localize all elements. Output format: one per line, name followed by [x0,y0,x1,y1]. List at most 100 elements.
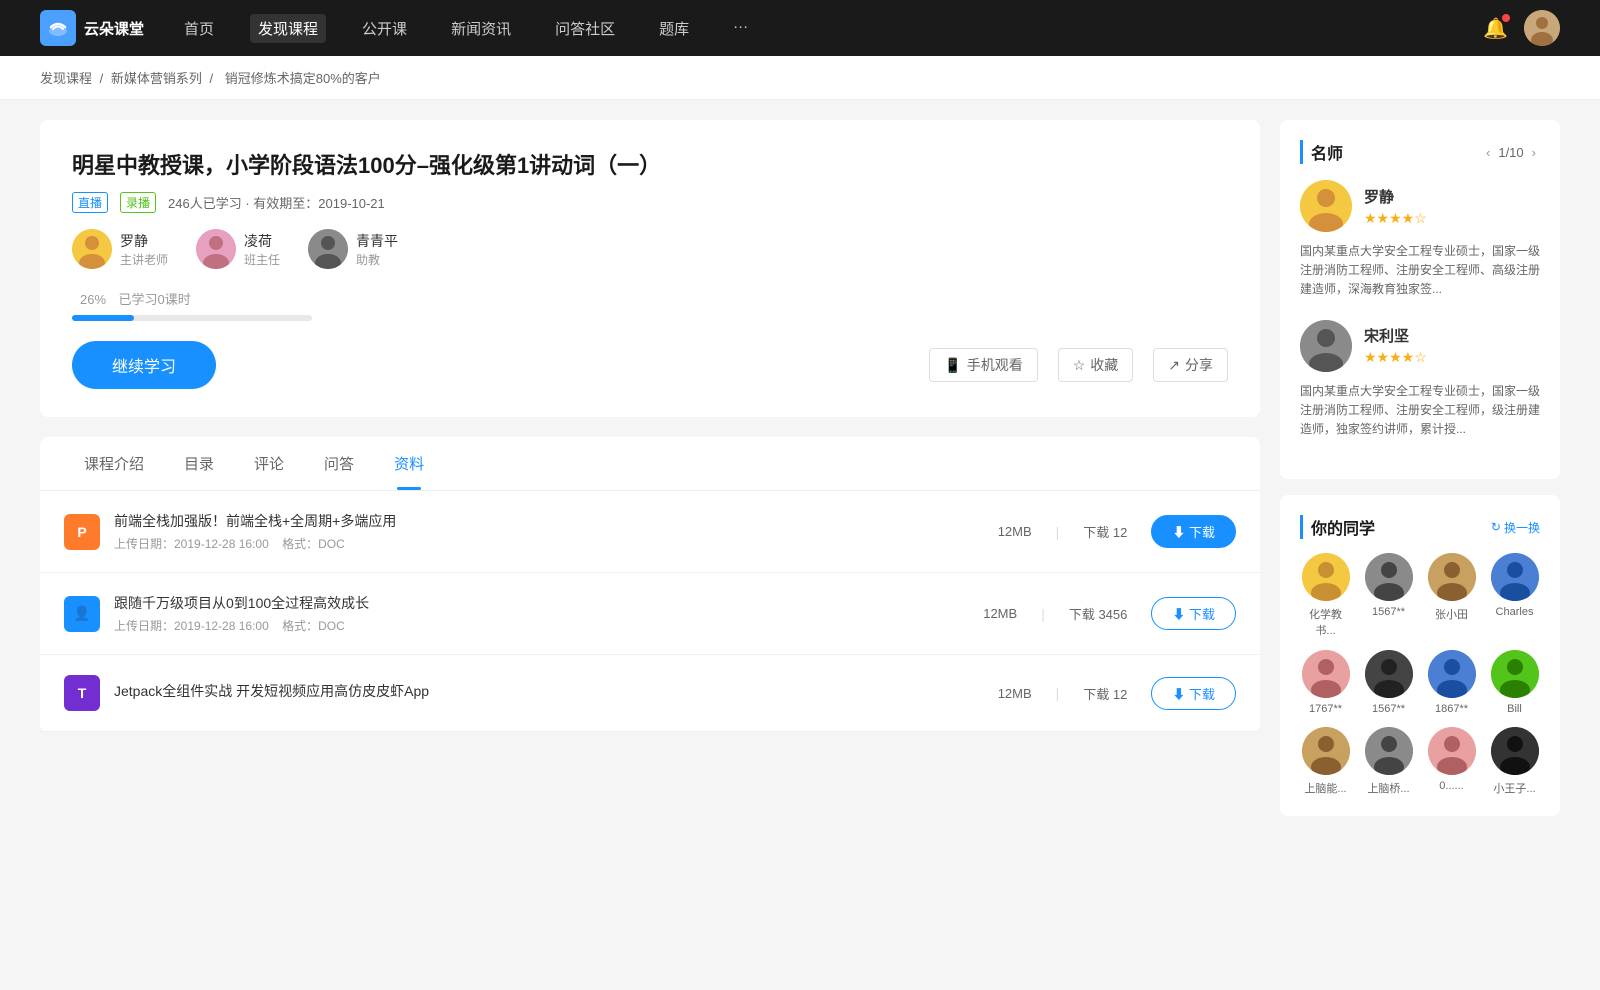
tab-resource[interactable]: 资料 [374,437,444,490]
progress-bar-bg [72,315,312,321]
bell-container[interactable]: 🔔 [1483,16,1508,41]
resource-item-2: T Jetpack全组件实战 开发短视频应用高仿皮皮虾App 12MB | 下载… [40,655,1260,732]
tab-contents[interactable]: 目录 [164,437,234,490]
nav-item-exam[interactable]: 题库 [651,14,697,43]
student-avatar-8 [1302,727,1350,775]
teacher-name-1: 凌荷 [244,231,280,251]
student-name-8: 上脑能... [1304,780,1346,796]
download-btn-2[interactable]: ⬇ 下载 [1151,677,1236,710]
nav-item-discover[interactable]: 发现课程 [250,14,326,43]
teacher-profile-avatar-0 [1300,180,1352,232]
nav-right: 🔔 [1483,10,1560,46]
student-6: 1867** [1426,650,1477,715]
student-4: 1767** [1300,650,1351,715]
breadcrumb-link-1[interactable]: 发现课程 [40,71,92,86]
student-avatar-7 [1491,650,1539,698]
teacher-0: 罗静 主讲老师 [72,229,168,269]
download-btn-0[interactable]: ⬇ 下载 [1151,515,1236,548]
refresh-button[interactable]: ↻ 换一换 [1491,519,1540,536]
tab-review[interactable]: 评论 [234,437,304,490]
prev-page-arrow[interactable]: ‹ [1482,143,1494,162]
students-card: 你的同学 ↻ 换一换 化学教书... 1567** [1280,495,1560,816]
star-icon: ☆ [1073,357,1086,374]
resource-downloads-1: 下载 3456 [1069,604,1128,623]
resource-item-1: 👤 跟随千万级项目从0到100全过程高效成长 上传日期：2019-12-28 1… [40,573,1260,655]
collect-btn[interactable]: ☆ 收藏 [1058,348,1134,382]
user-avatar[interactable] [1524,10,1560,46]
resource-meta-1: 上传日期：2019-12-28 16:00 格式：DOC [114,617,983,634]
resource-info-1: 跟随千万级项目从0到100全过程高效成长 上传日期：2019-12-28 16:… [114,593,983,634]
navigation: 云朵课堂 首页 发现课程 公开课 新闻资讯 问答社区 题库 ··· 🔔 [0,0,1600,56]
teachers-row: 罗静 主讲老师 凌荷 班主任 [72,229,1228,269]
teacher-desc-1: 国内某重点大学安全工程专业硕士，国家一级注册消防工程师、注册安全工程师，级注册建… [1300,382,1540,440]
nav-item-qa[interactable]: 问答社区 [547,14,623,43]
teacher-profile-name-0: 罗静 [1364,186,1427,207]
progress-label: 26% 已学习0课时 [72,289,1228,309]
breadcrumb: 发现课程 / 新媒体营销系列 / 销冠修炼术搞定80%的客户 [0,56,1600,100]
student-3: Charles [1489,553,1540,638]
students-grid: 化学教书... 1567** 张小田 [1300,553,1540,796]
teacher-profile-0: 罗静 ★★★★☆ 国内某重点大学安全工程专业硕士，国家一级注册消防工程师、注册安… [1300,180,1540,300]
teachers-card: 名师 ‹ 1/10 › 罗静 ★★★★☆ 国内 [1280,120,1560,479]
action-row: 继续学习 📱 手机观看 ☆ 收藏 ↗ 分享 [72,341,1228,389]
student-name-11: 小王子... [1493,780,1535,796]
teacher-role-1: 班主任 [244,251,280,268]
student-avatar-0 [1302,553,1350,601]
tab-qa[interactable]: 问答 [304,437,374,490]
student-avatar-9 [1365,727,1413,775]
teacher-avatar-2 [308,229,348,269]
resource-downloads-0: 下载 12 [1083,522,1127,541]
student-name-0: 化学教书... [1300,606,1351,638]
resource-name-0: 前端全栈加强版！前端全栈+全周期+多端应用 [114,511,998,531]
course-meta: 直播 录播 246人已学习 · 有效期至：2019-10-21 [72,192,1228,213]
logo[interactable]: 云朵课堂 [40,10,144,46]
teachers-pagination: ‹ 1/10 › [1482,143,1540,162]
breadcrumb-link-2[interactable]: 新媒体营销系列 [111,71,202,86]
tabs-section: 课程介绍 目录 评论 问答 资料 P 前端全栈加强版！前端全栈+全周期+多端应用… [40,437,1260,732]
tab-intro[interactable]: 课程介绍 [64,437,164,490]
resource-icon-2: T [64,675,100,711]
resource-meta-0: 上传日期：2019-12-28 16:00 格式：DOC [114,535,998,552]
page-body: 明星中教授课，小学阶段语法100分–强化级第1讲动词（一） 直播 录播 246人… [0,100,1600,852]
badge-record: 录播 [120,192,156,213]
badge-live: 直播 [72,192,108,213]
teacher-profile-name-1: 宋利坚 [1364,325,1427,346]
student-8: 上脑能... [1300,727,1351,796]
teacher-1: 凌荷 班主任 [196,229,280,269]
refresh-icon: ↻ [1491,520,1501,534]
progress-bar-fill [72,315,134,321]
teacher-role-0: 主讲老师 [120,251,168,268]
download-btn-1[interactable]: ⬇ 下载 [1151,597,1236,630]
teacher-info-1: 凌荷 班主任 [244,231,280,268]
resource-name-2: Jetpack全组件实战 开发短视频应用高仿皮皮虾App [114,681,998,701]
course-meta-text: 246人已学习 · 有效期至：2019-10-21 [168,193,385,212]
student-0: 化学教书... [1300,553,1351,638]
next-page-arrow[interactable]: › [1528,143,1540,162]
nav-item-more[interactable]: ··· [725,14,756,43]
logo-icon [40,10,76,46]
teacher-stars-0: ★★★★☆ [1364,210,1427,227]
share-btn[interactable]: ↗ 分享 [1153,348,1228,382]
student-11: 小王子... [1489,727,1540,796]
student-name-7: Bill [1507,703,1522,715]
nav-item-open[interactable]: 公开课 [354,14,415,43]
student-7: Bill [1489,650,1540,715]
progress-section: 26% 已学习0课时 [72,289,1228,321]
teacher-stars-1: ★★★★☆ [1364,349,1427,366]
student-name-5: 1567** [1372,703,1405,715]
resource-right-0: 12MB | 下载 12 ⬇ 下载 [998,515,1236,548]
course-header-card: 明星中教授课，小学阶段语法100分–强化级第1讲动词（一） 直播 录播 246人… [40,120,1260,417]
nav-item-news[interactable]: 新闻资讯 [443,14,519,43]
teacher-profile-avatar-1 [1300,320,1352,372]
student-name-4: 1767** [1309,703,1342,715]
continue-button[interactable]: 继续学习 [72,341,216,389]
mobile-watch-btn[interactable]: 📱 手机观看 [929,348,1037,382]
tabs-content: P 前端全栈加强版！前端全栈+全周期+多端应用 上传日期：2019-12-28 … [40,491,1260,732]
student-5: 1567** [1363,650,1414,715]
nav-item-home[interactable]: 首页 [176,14,222,43]
breadcrumb-current: 销冠修炼术搞定80%的客户 [225,71,381,86]
teacher-profile-1: 宋利坚 ★★★★☆ 国内某重点大学安全工程专业硕士，国家一级注册消防工程师、注册… [1300,320,1540,440]
teacher-profile-info-0: 罗静 ★★★★☆ [1364,186,1427,227]
teacher-avatar-1 [196,229,236,269]
student-name-2: 张小田 [1435,606,1468,622]
